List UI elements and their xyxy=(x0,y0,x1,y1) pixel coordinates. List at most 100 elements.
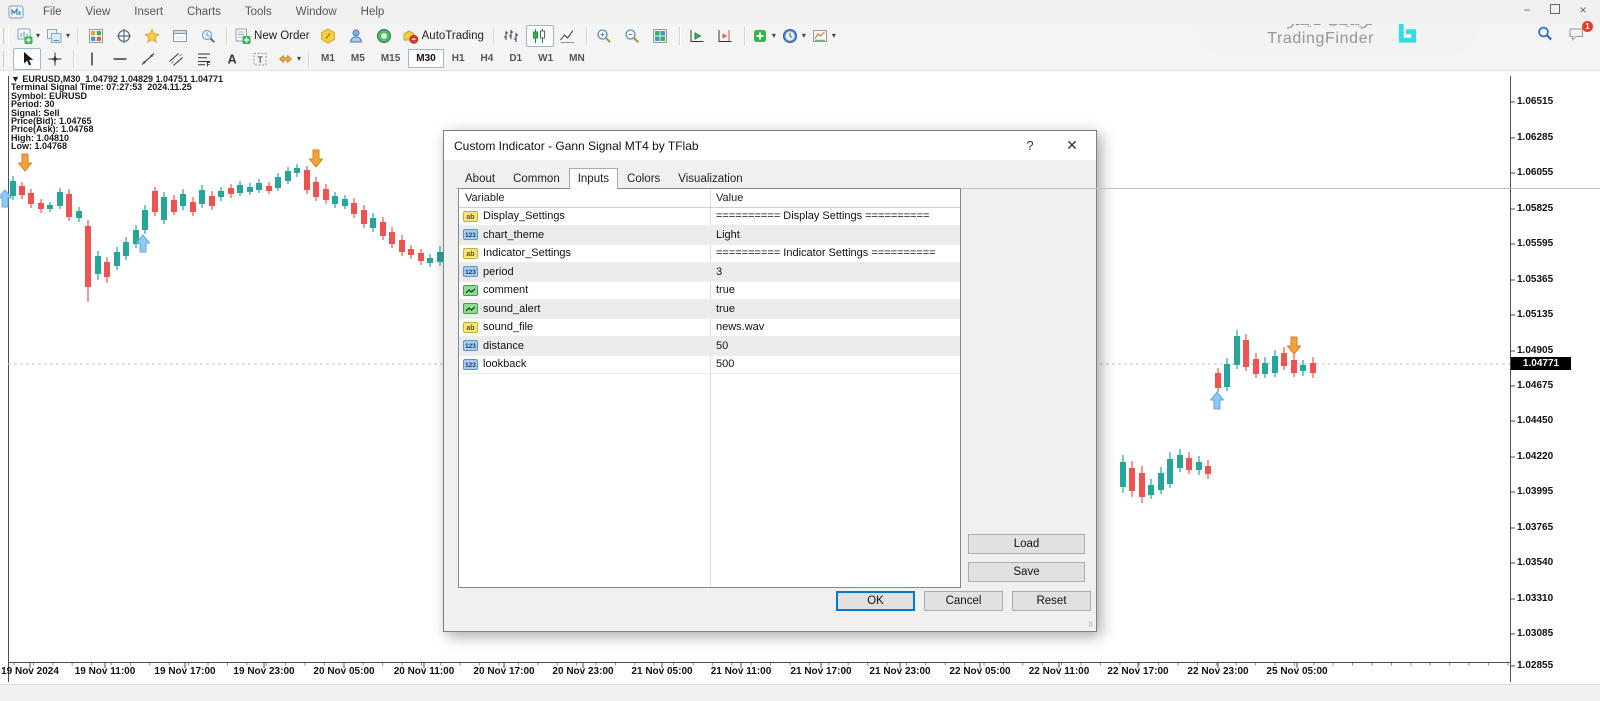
menu-charts[interactable]: Charts xyxy=(175,2,233,22)
auto-scroll-button[interactable] xyxy=(684,25,712,47)
reset-button[interactable]: Reset xyxy=(1012,591,1091,611)
price-axis-label: 1.06285 xyxy=(1517,132,1553,143)
menu-file[interactable]: File xyxy=(31,2,74,22)
table-row[interactable]: absound_filenews.wav xyxy=(459,319,960,338)
menu-window[interactable]: Window xyxy=(284,2,349,22)
menu-view[interactable]: View xyxy=(74,2,123,22)
toolbar-grip[interactable] xyxy=(3,28,9,44)
timeframe-m30[interactable]: M30 xyxy=(408,49,443,68)
price-axis-label: 1.04675 xyxy=(1517,380,1553,391)
data-window-button[interactable] xyxy=(110,25,138,47)
price-axis-label: 1.03765 xyxy=(1517,522,1553,533)
menu-insert[interactable]: Insert xyxy=(122,2,175,22)
tile-windows-button[interactable] xyxy=(647,25,675,47)
timeframe-m5[interactable]: M5 xyxy=(343,49,373,68)
horizontal-line-button[interactable] xyxy=(106,48,134,70)
restore-button[interactable] xyxy=(1548,3,1562,17)
new-order-button[interactable]: New Order xyxy=(231,25,315,47)
periods-button[interactable]: ▾ xyxy=(779,25,809,47)
menu-help[interactable]: Help xyxy=(349,2,397,22)
metaeditor-button[interactable] xyxy=(315,25,343,47)
text-button[interactable]: A xyxy=(218,48,246,70)
vertical-line-button[interactable] xyxy=(78,48,106,70)
resize-grip[interactable]: ⠿ xyxy=(1088,621,1094,629)
dialog-help-button[interactable]: ? xyxy=(1010,131,1050,160)
svg-text:A: A xyxy=(227,52,236,66)
restore-icon xyxy=(1550,4,1560,14)
zoom-in-button[interactable] xyxy=(591,25,619,47)
tab-visualization[interactable]: Visualization xyxy=(669,168,751,189)
price-axis-label: 1.04450 xyxy=(1517,415,1553,426)
trendline-button[interactable] xyxy=(134,48,162,70)
variable-value[interactable]: ========== Indicator Settings ========== xyxy=(716,247,936,259)
fibonacci-button[interactable]: F xyxy=(190,48,218,70)
navigator-button[interactable] xyxy=(138,25,166,47)
table-row[interactable]: abIndicator_Settings========== Indicator… xyxy=(459,245,960,264)
bar-chart-button[interactable] xyxy=(498,25,526,47)
dialog-titlebar[interactable]: Custom Indicator - Gann Signal MT4 by TF… xyxy=(444,131,1096,160)
time-axis-label: 19 Nov 23:00 xyxy=(224,666,304,677)
variable-value[interactable]: 500 xyxy=(716,358,734,370)
status-strip xyxy=(0,684,1600,701)
table-row[interactable]: sound_alerttrue xyxy=(459,300,960,319)
market-watch-button[interactable] xyxy=(82,25,110,47)
variable-value[interactable]: ========== Display Settings ========== xyxy=(716,210,929,222)
timeframe-mn[interactable]: MN xyxy=(561,49,593,68)
ok-button[interactable]: OK xyxy=(836,591,915,611)
autotrading-button[interactable]: AutoTrading xyxy=(399,25,489,47)
table-row[interactable]: abDisplay_Settings========== Display Set… xyxy=(459,208,960,227)
table-row[interactable]: 123distance50 xyxy=(459,337,960,356)
timeframe-m15[interactable]: M15 xyxy=(373,49,408,68)
table-row[interactable]: 123period3 xyxy=(459,263,960,282)
notifications-button[interactable]: 1 xyxy=(1568,26,1586,42)
timeframe-m1[interactable]: M1 xyxy=(313,49,343,68)
profiles-button[interactable]: ▾ xyxy=(43,25,73,47)
timeframe-d1[interactable]: D1 xyxy=(501,49,530,68)
strategy-tester-button[interactable] xyxy=(194,25,222,47)
table-row[interactable]: 123chart_themeLight xyxy=(459,226,960,245)
string-type-icon: ab xyxy=(463,322,478,333)
terminal-button[interactable] xyxy=(166,25,194,47)
variable-value[interactable]: true xyxy=(716,303,735,315)
variable-value[interactable]: 50 xyxy=(716,340,728,352)
line-chart-button[interactable] xyxy=(554,25,582,47)
variable-value[interactable]: news.wav xyxy=(716,321,764,333)
table-row[interactable]: commenttrue xyxy=(459,282,960,301)
dialog-close-button[interactable]: ✕ xyxy=(1052,131,1092,160)
crosshair-button[interactable] xyxy=(41,48,69,70)
search-icon[interactable] xyxy=(1536,25,1554,43)
shapes-button[interactable]: ▾ xyxy=(274,48,304,70)
tab-inputs[interactable]: Inputs xyxy=(569,168,618,190)
chart-shift-button[interactable] xyxy=(712,25,740,47)
cancel-button[interactable]: Cancel xyxy=(924,591,1003,611)
fibonacci-icon: F xyxy=(196,51,213,67)
channel-button[interactable] xyxy=(162,48,190,70)
toolbar-separator xyxy=(308,50,309,68)
text-label-button[interactable]: T xyxy=(246,48,274,70)
load-button[interactable]: Load xyxy=(968,534,1085,554)
expert-advisor-button[interactable] xyxy=(343,25,371,47)
variable-value[interactable]: Light xyxy=(716,229,740,241)
close-button[interactable]: × xyxy=(1576,3,1590,17)
indicators-button[interactable]: ▾ xyxy=(749,25,779,47)
sound-button[interactable] xyxy=(371,25,399,47)
timeframe-h4[interactable]: H4 xyxy=(473,49,502,68)
candlestick-button[interactable] xyxy=(526,25,554,47)
tab-about[interactable]: About xyxy=(456,168,504,189)
tab-colors[interactable]: Colors xyxy=(618,168,669,189)
toolbar-grip[interactable] xyxy=(3,51,9,67)
variable-value[interactable]: true xyxy=(716,284,735,296)
templates-button[interactable]: ▾ xyxy=(809,25,839,47)
minimize-button[interactable]: − xyxy=(1520,3,1534,17)
new-chart-button[interactable]: ▾ xyxy=(13,25,43,47)
variable-name: period xyxy=(483,266,514,278)
save-button[interactable]: Save xyxy=(968,562,1085,582)
table-row[interactable]: 123lookback500 xyxy=(459,356,960,375)
tab-common[interactable]: Common xyxy=(504,168,569,189)
timeframe-w1[interactable]: W1 xyxy=(530,49,561,68)
zoom-out-button[interactable] xyxy=(619,25,647,47)
cursor-button[interactable] xyxy=(13,48,41,70)
variable-value[interactable]: 3 xyxy=(716,266,722,278)
timeframe-h1[interactable]: H1 xyxy=(444,49,473,68)
menu-tools[interactable]: Tools xyxy=(233,2,284,22)
